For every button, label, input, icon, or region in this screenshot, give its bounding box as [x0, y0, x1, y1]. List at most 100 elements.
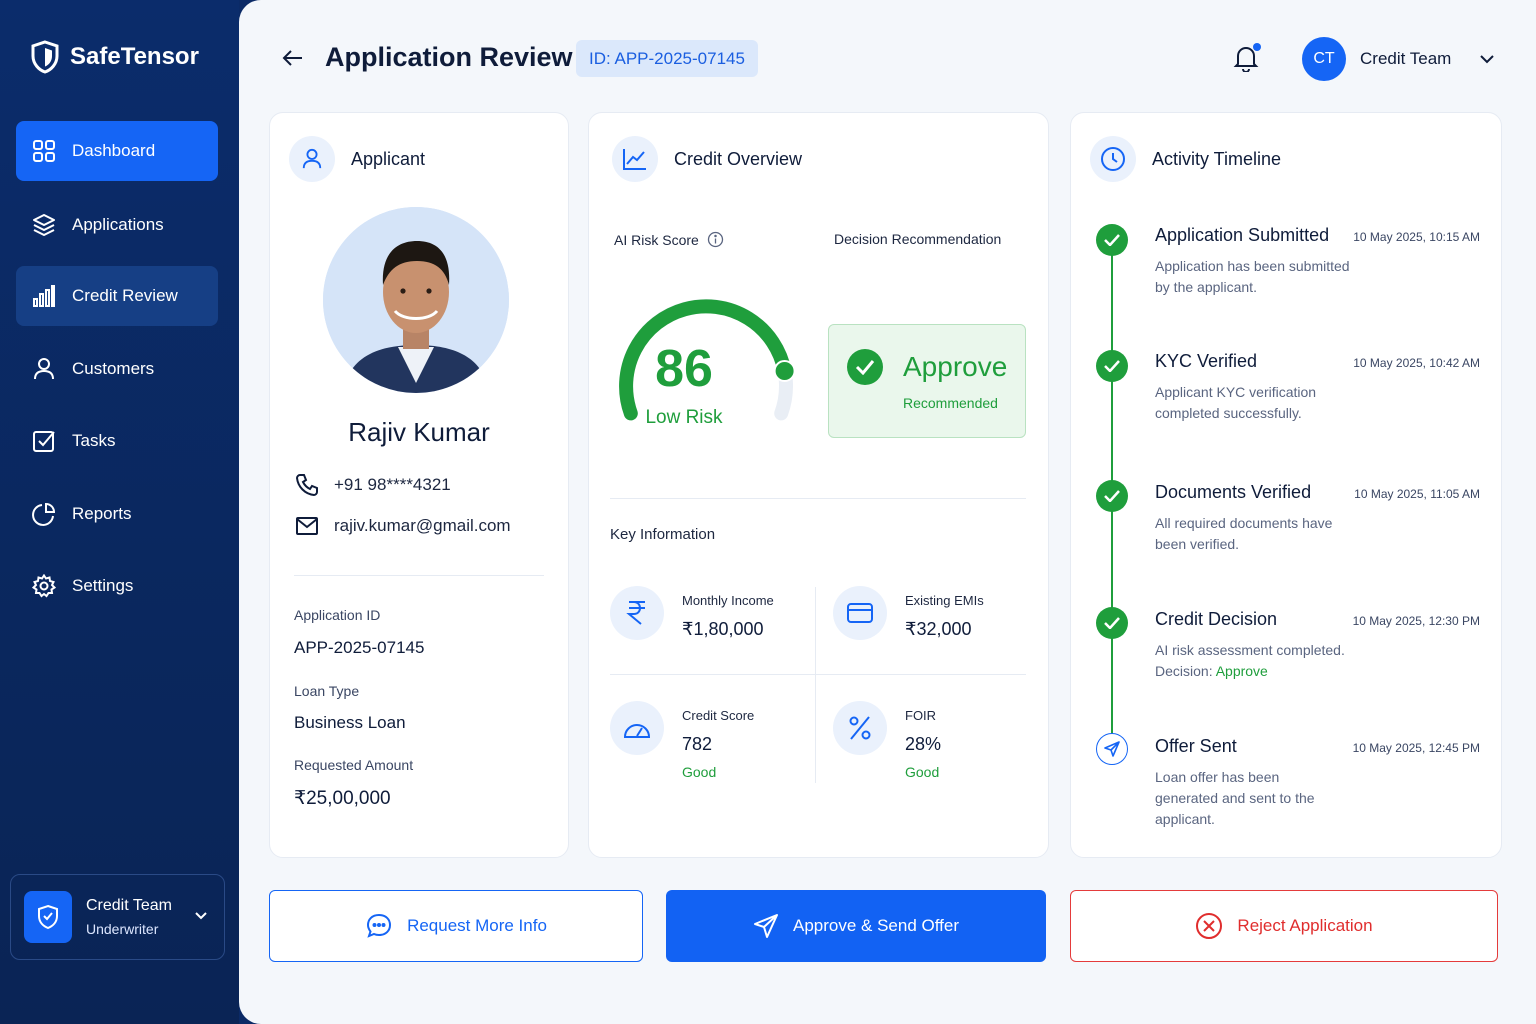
timeline-event-time: 10 May 2025, 10:15 AM: [1353, 230, 1480, 244]
pie-chart-icon: [32, 502, 56, 526]
chat-bubble-icon: [367, 913, 392, 938]
applicant-email: rajiv.kumar@gmail.com: [334, 516, 511, 535]
sidebar-item-label: Dashboard: [72, 141, 156, 160]
shield-icon: [24, 891, 72, 943]
speedometer-icon: [610, 701, 664, 755]
key-info-foir: FOIR 28% Good: [833, 701, 941, 780]
timeline-event-desc: Loan offer has been generated and sent t…: [1155, 769, 1315, 827]
phone-row[interactable]: +91 98****4321: [295, 473, 451, 497]
timeline-event-title: Offer Sent: [1155, 736, 1237, 756]
check-circle-icon: [1096, 224, 1128, 256]
sidebar-item-label: Reports: [72, 504, 132, 523]
sidebar-item-dashboard[interactable]: Dashboard: [16, 121, 218, 181]
sidebar-item-label: Tasks: [72, 431, 116, 450]
trend-chart-icon: [612, 136, 658, 182]
sidebar-item-label: Settings: [72, 576, 134, 595]
send-icon: [1096, 733, 1128, 765]
key-info-label: FOIR: [905, 708, 937, 723]
timeline-event-desc: Applicant KYC verification completed suc…: [1155, 384, 1317, 421]
sidebar-item-applications[interactable]: Applications: [16, 195, 218, 255]
key-info-monthly-income: Monthly Income ₹1,80,000: [610, 586, 774, 640]
decision-label-inline: Decision:: [1155, 663, 1216, 679]
card-title: Credit Overview: [674, 148, 803, 169]
key-information-label: Key Information: [610, 526, 716, 543]
page-title: Application Review: [325, 42, 573, 72]
back-arrow-icon[interactable]: [281, 46, 305, 70]
request-more-info-button[interactable]: Request More Info: [269, 890, 643, 962]
main-content: Application Review ID: APP-2025-07145 CT…: [239, 0, 1536, 1024]
applicant-name: Rajiv Kumar: [348, 417, 490, 447]
avatar[interactable]: CT: [1302, 37, 1346, 81]
decision-value: Approve: [903, 351, 1008, 382]
chevron-down-icon[interactable]: [1479, 52, 1495, 66]
requested-amount-value: ₹25,00,000: [294, 788, 391, 809]
sidebar-item-customers[interactable]: Customers: [16, 339, 218, 399]
user-name: Credit Team: [86, 897, 172, 914]
sidebar-item-label: Applications: [72, 215, 164, 234]
timeline-event-desc: All required documents have been verifie…: [1155, 515, 1333, 552]
application-id-label: Application ID: [294, 607, 381, 623]
credit-overview-card: Credit Overview AI Risk Score Decision R…: [588, 112, 1049, 858]
user-icon: [34, 358, 54, 380]
key-info-value: ₹1,80,000: [682, 619, 764, 639]
reject-application-button[interactable]: Reject Application: [1070, 890, 1498, 962]
risk-score-value: 86: [655, 340, 713, 398]
button-label: Request More Info: [407, 916, 547, 935]
info-icon[interactable]: [707, 231, 724, 248]
percent-icon: [833, 701, 887, 755]
timeline-event-title: KYC Verified: [1155, 351, 1258, 371]
user-profile-switcher[interactable]: Credit Team Underwriter: [10, 874, 225, 960]
key-info-existing-emis: Existing EMIs ₹32,000: [833, 586, 984, 640]
timeline-event-time: 10 May 2025, 10:42 AM: [1353, 356, 1480, 370]
check-circle-icon: [1096, 607, 1128, 639]
user-role: Underwriter: [86, 921, 159, 937]
applicant-phone: +91 98****4321: [334, 475, 451, 494]
approve-send-offer-button[interactable]: Approve & Send Offer: [666, 890, 1046, 962]
timeline-event-time: 10 May 2025, 11:05 AM: [1354, 487, 1480, 501]
sidebar-item-credit-review[interactable]: Credit Review: [16, 266, 218, 326]
key-info-status: Good: [905, 764, 940, 780]
risk-score-label: AI Risk Score: [614, 231, 699, 248]
key-info-value: 28%: [905, 734, 942, 754]
risk-score-label-row: AI Risk Score: [614, 231, 724, 248]
timeline-event-title: Documents Verified: [1155, 482, 1312, 502]
application-id-badge: ID: APP-2025-07145: [576, 40, 758, 77]
user-icon: [289, 136, 335, 182]
phone-icon: [295, 474, 318, 497]
grid-icon: [33, 140, 55, 162]
sidebar-item-label: Credit Review: [72, 286, 178, 305]
timeline-event-decision: Decision: Approve: [1155, 661, 1355, 682]
brand-logo[interactable]: SafeTensor: [30, 40, 199, 74]
gear-icon: [32, 574, 56, 598]
shield-logo-icon: [31, 40, 59, 74]
loan-type-label: Loan Type: [294, 683, 360, 699]
timeline-event-desc-line: AI risk assessment completed.: [1155, 642, 1345, 658]
decision-label: Decision Recommendation: [834, 231, 1002, 247]
page-header: Application Review ID: APP-2025-07145 CT…: [239, 0, 1536, 110]
timeline-event-desc: AI risk assessment completed. Decision: …: [1155, 640, 1355, 682]
timeline-event-desc: Application has been submitted by the ap…: [1155, 258, 1350, 295]
chevron-down-icon: [195, 912, 207, 920]
key-info-value: ₹32,000: [905, 619, 972, 639]
applicant-card: Applicant Rajiv Kumar +91 98****4321 raj…: [269, 112, 569, 858]
email-row[interactable]: rajiv.kumar@gmail.com: [295, 516, 511, 536]
button-label: Approve & Send Offer: [792, 916, 959, 935]
key-info-status: Good: [682, 764, 717, 780]
sidebar-item-tasks[interactable]: Tasks: [16, 411, 218, 471]
applicant-photo: [323, 207, 509, 393]
rupee-icon: [610, 586, 664, 640]
timeline-event-time: 10 May 2025, 12:30 PM: [1352, 614, 1480, 628]
check-circle-icon: [1096, 350, 1128, 382]
notification-bell[interactable]: [1233, 43, 1261, 77]
header-user-name[interactable]: Credit Team: [1360, 49, 1451, 69]
decision-subtext: Recommended: [903, 395, 998, 411]
sidebar-item-reports[interactable]: Reports: [16, 484, 218, 544]
application-id-value: APP-2025-07145: [294, 638, 425, 657]
timeline-event-time: 10 May 2025, 12:45 PM: [1352, 741, 1480, 755]
sidebar-item-settings[interactable]: Settings: [16, 556, 218, 616]
timeline-event-title: Credit Decision: [1155, 609, 1278, 629]
bar-chart-icon: [33, 285, 55, 307]
divider: [294, 575, 544, 576]
button-label: Reject Application: [1237, 916, 1373, 935]
x-circle-icon: [1196, 913, 1223, 939]
